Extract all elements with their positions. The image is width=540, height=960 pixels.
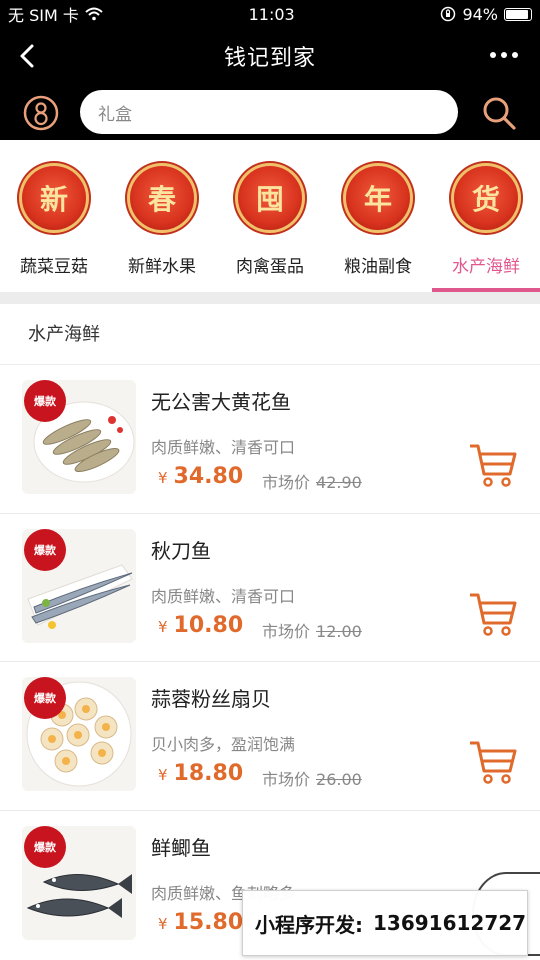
divider (0, 810, 540, 811)
product-price: ¥34.80 (158, 464, 244, 489)
section-divider (0, 292, 540, 304)
section-title: 水产海鲜 (28, 324, 100, 345)
clock: 11:03 (248, 4, 295, 24)
divider (0, 364, 540, 365)
add-to-cart-icon[interactable] (468, 737, 518, 787)
product-name: 鲜鲫鱼 (151, 836, 211, 860)
hot-badge: 爆款 (24, 677, 66, 719)
contact-banner: 小程序开发: 13691612727 (242, 890, 528, 956)
product-item[interactable]: 爆款 蒜蓉粉丝扇贝 贝小肉多，盈润饱满 ¥18.80 市场价 26.00 (0, 663, 540, 811)
product-name: 秋刀鱼 (151, 539, 211, 563)
product-price: ¥10.80 (158, 613, 244, 638)
search-icon[interactable] (480, 94, 518, 132)
wifi-icon (85, 7, 103, 21)
category-badge: 新 (22, 166, 86, 230)
orientation-lock-icon (441, 6, 456, 22)
category-tab-seafood[interactable]: 货 水产海鲜 (432, 140, 540, 292)
divider (0, 661, 540, 662)
product-item[interactable]: 爆款 无公害大黄花鱼 肉质鲜嫩、清香可口 ¥34.80 市场价 42.90 (0, 366, 540, 514)
market-price: 市场价 42.90 (262, 473, 362, 492)
add-to-cart-icon[interactable] (468, 440, 518, 490)
category-tab-fruits[interactable]: 春 新鲜水果 (108, 140, 216, 292)
category-badge: 年 (346, 166, 410, 230)
hot-badge: 爆款 (24, 529, 66, 571)
search-input[interactable]: 礼盒 (80, 90, 458, 134)
hot-badge: 爆款 (24, 826, 66, 868)
category-badge: 春 (130, 166, 194, 230)
divider (0, 513, 540, 514)
category-label: 粮油副食 (344, 257, 412, 277)
market-price: 市场价 26.00 (262, 770, 362, 789)
product-name: 蒜蓉粉丝扇贝 (151, 687, 271, 711)
product-desc: 肉质鲜嫩、清香可口 (151, 587, 296, 606)
category-tab-meat-eggs[interactable]: 囤 肉禽蛋品 (216, 140, 324, 292)
product-desc: 肉质鲜嫩、清香可口 (151, 438, 296, 457)
category-label: 水产海鲜 (452, 257, 520, 277)
status-bar: 无 SIM 卡 11:03 94% (0, 0, 540, 28)
category-label: 肉禽蛋品 (236, 257, 304, 277)
market-price: 市场价 12.00 (262, 622, 362, 641)
nav-bar: 钱记到家 (0, 28, 540, 84)
product-price: ¥18.80 (158, 761, 244, 786)
category-label: 蔬菜豆菇 (20, 257, 88, 277)
product-name: 无公害大黄花鱼 (151, 390, 291, 414)
more-menu-icon[interactable] (490, 52, 518, 58)
category-badge: 货 (454, 166, 518, 230)
add-to-cart-icon[interactable] (468, 589, 518, 639)
category-badge: 囤 (238, 166, 302, 230)
page-title: 钱记到家 (223, 46, 316, 71)
product-desc: 贝小肉多，盈润饱满 (151, 735, 296, 754)
product-price: ¥15.80 (158, 910, 244, 935)
category-tabs: 新 蔬菜豆菇 春 新鲜水果 囤 肉禽蛋品 年 粮油副食 货 水产海鲜 (0, 140, 540, 292)
category-tab-vegetables[interactable]: 新 蔬菜豆菇 (0, 140, 108, 292)
battery-percent: 94% (462, 4, 498, 24)
carrier-label: 无 SIM 卡 (8, 6, 79, 25)
back-arrow-icon[interactable] (14, 40, 42, 72)
category-label: 新鲜水果 (128, 257, 196, 277)
user-profile-icon[interactable] (22, 94, 60, 132)
banner-label: 小程序开发: (255, 912, 363, 937)
battery-icon (504, 7, 532, 21)
product-item[interactable]: 爆款 秋刀鱼 肉质鲜嫩、清香可口 ¥10.80 市场价 12.00 (0, 515, 540, 663)
hot-badge: 爆款 (24, 380, 66, 422)
search-bar: 礼盒 (0, 84, 540, 140)
category-tab-grain-oil[interactable]: 年 粮油副食 (324, 140, 432, 292)
banner-phone: 13691612727 (373, 911, 527, 935)
